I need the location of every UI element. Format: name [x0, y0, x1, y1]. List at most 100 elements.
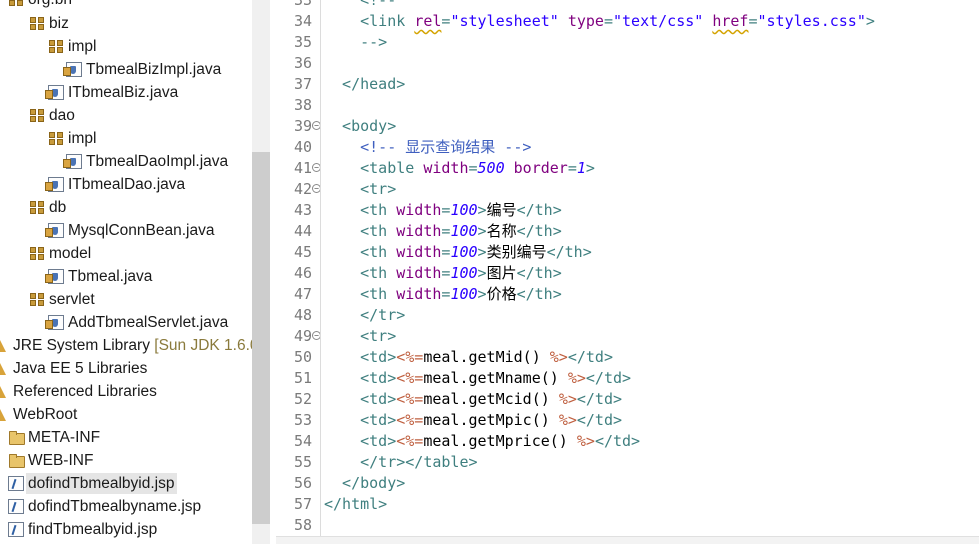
line-number: 55 [293, 453, 312, 471]
code-text: <!-- 显示查询结果 --> [324, 138, 532, 156]
code-line[interactable]: 43 <th width=100>编号</th> [276, 200, 979, 221]
code-text: </html> [324, 495, 388, 513]
tree-item[interactable]: db [0, 196, 252, 219]
tree-item[interactable]: Referenced Libraries [0, 380, 252, 403]
code-line[interactable]: 51 <td><%=meal.getMname() %></td> [276, 368, 979, 389]
tree-item[interactable]: dao [0, 104, 252, 127]
code-line[interactable]: 37 </head> [276, 74, 979, 95]
library-icon [0, 407, 9, 423]
package-icon [29, 16, 45, 32]
jsp-file-icon [8, 499, 24, 514]
editor-horizontal-scrollbar[interactable] [276, 536, 979, 544]
code-line[interactable]: 33 <!-- [276, 0, 979, 11]
line-number: 38 [293, 96, 312, 114]
java-file-icon [45, 85, 64, 100]
code-line[interactable]: 44 <th width=100>名称</th> [276, 221, 979, 242]
code-line[interactable]: 40 <!-- 显示查询结果 --> [276, 137, 979, 158]
code-line[interactable]: 56 </body> [276, 473, 979, 494]
tree-item-label: TbmealDaoImpl.java [86, 153, 229, 170]
code-text: <td><%=meal.getMpic() %></td> [324, 411, 623, 429]
code-line[interactable]: 38 [276, 95, 979, 116]
code-text: </body> [324, 474, 406, 492]
code-line[interactable]: 34 <link rel="stylesheet" type="text/css… [276, 11, 979, 32]
tree-item[interactable]: JRE System Library [Sun JDK 1.6.0 [0, 334, 252, 357]
code-line[interactable]: 35 --> [276, 32, 979, 53]
code-line[interactable]: 50 <td><%=meal.getMid() %></td> [276, 347, 979, 368]
package-explorer: org.bn biz impl TbmealBizImpl.java ITbmealBi… [0, 0, 252, 544]
code-line[interactable]: 45 <th width=100>类别编号</th> [276, 242, 979, 263]
tree-item[interactable]: ITbmealDao.java [0, 173, 252, 196]
tree-item[interactable]: servlet [0, 288, 252, 311]
code-line[interactable]: 42− <tr> [276, 179, 979, 200]
code-line[interactable]: 36 [276, 53, 979, 74]
tree-item[interactable]: Java EE 5 Libraries [0, 357, 252, 380]
code-line[interactable]: 57 </html> [276, 494, 979, 515]
code-line[interactable]: 41− <table width=500 border=1> [276, 158, 979, 179]
code-line[interactable]: 48 </tr> [276, 305, 979, 326]
code-text: <tr> [324, 327, 397, 345]
tree-item[interactable]: org.bn [0, 0, 252, 11]
code-line[interactable]: 55 </tr></table> [276, 452, 979, 473]
tree-item-label: impl [68, 130, 97, 147]
line-number: 35 [293, 33, 312, 51]
tree-item[interactable]: TbmealDaoImpl.java [0, 150, 252, 173]
tree-item[interactable]: impl [0, 35, 252, 58]
scrollbar-thumb[interactable] [252, 152, 270, 524]
tree-item-label: META-INF [28, 429, 101, 446]
tree-item-label: MysqlConnBean.java [68, 222, 215, 239]
tree-item[interactable]: WEB-INF [0, 449, 252, 472]
tree-item[interactable]: findTbmealbyid.jsp [0, 518, 252, 541]
tree-item[interactable]: WebRoot [0, 403, 252, 426]
tree-item[interactable]: Tbmeal.java [0, 265, 252, 288]
code-text: </tr> [324, 306, 406, 324]
tree-item-label: dofindTbmealbyname.jsp [28, 498, 202, 515]
code-text: <table width=500 border=1> [324, 159, 595, 177]
folder-icon [8, 430, 25, 446]
tree-item-label: dao [49, 107, 75, 124]
code-text: <link rel="stylesheet" type="text/css" h… [324, 12, 875, 30]
tree-item-label: JRE System Library [Sun JDK 1.6.0 [11, 335, 252, 356]
tree-item[interactable]: dofindTbmealbyname.jsp [0, 495, 252, 518]
package-icon [48, 39, 64, 55]
package-explorer-scrollbar[interactable] [252, 0, 270, 544]
line-number: 46 [293, 264, 312, 282]
package-icon [29, 200, 45, 216]
code-line[interactable]: 52 <td><%=meal.getMcid() %></td> [276, 389, 979, 410]
java-file-icon [45, 269, 64, 284]
tree-item[interactable]: MysqlConnBean.java [0, 219, 252, 242]
code-text: <th width=100>价格</th> [324, 285, 562, 303]
code-line[interactable]: 53 <td><%=meal.getMpic() %></td> [276, 410, 979, 431]
tree-item-label: Referenced Libraries [13, 383, 157, 400]
tree-item-label: TbmealBizImpl.java [86, 61, 222, 78]
tree-item-label: org.bn [26, 0, 75, 10]
tree-item-label: WebRoot [13, 406, 78, 423]
tree-item-label: model [49, 245, 92, 262]
code-line[interactable]: 54 <td><%=meal.getMprice() %></td> [276, 431, 979, 452]
code-line[interactable]: 49− <tr> [276, 326, 979, 347]
tree-item-label: WEB-INF [28, 452, 94, 469]
tree-item-label: db [49, 199, 67, 216]
tree-item[interactable]: AddTbmealServlet.java [0, 311, 252, 334]
tree-item[interactable]: impl [0, 127, 252, 150]
line-number: 56 [293, 474, 312, 492]
line-number: 51 [293, 369, 312, 387]
code-line[interactable]: 47 <th width=100>价格</th> [276, 284, 979, 305]
java-file-icon [63, 62, 82, 77]
code-text: <th width=100>名称</th> [324, 222, 562, 240]
code-line[interactable]: 46 <th width=100>图片</th> [276, 263, 979, 284]
tree-item[interactable]: biz [0, 12, 252, 35]
code-editor[interactable]: 33 <!-- 34 <link rel="stylesheet" type="t… [276, 0, 979, 544]
code-line[interactable]: 39− <body> [276, 116, 979, 137]
package-icon [29, 292, 45, 308]
java-file-icon [45, 223, 64, 238]
tree-item[interactable]: dofindTbmealbyid.jsp [0, 472, 252, 495]
tree-item[interactable]: model [0, 242, 252, 265]
package-icon [8, 0, 24, 8]
line-number: 41 [293, 159, 312, 177]
tree-item[interactable]: META-INF [0, 426, 252, 449]
tree-item[interactable]: TbmealBizImpl.java [0, 58, 252, 81]
code-text: <td><%=meal.getMname() %></td> [324, 369, 632, 387]
code-line[interactable]: 58 [276, 515, 979, 536]
tree-item[interactable]: ITbmealBiz.java [0, 81, 252, 104]
line-number: 58 [293, 516, 312, 534]
